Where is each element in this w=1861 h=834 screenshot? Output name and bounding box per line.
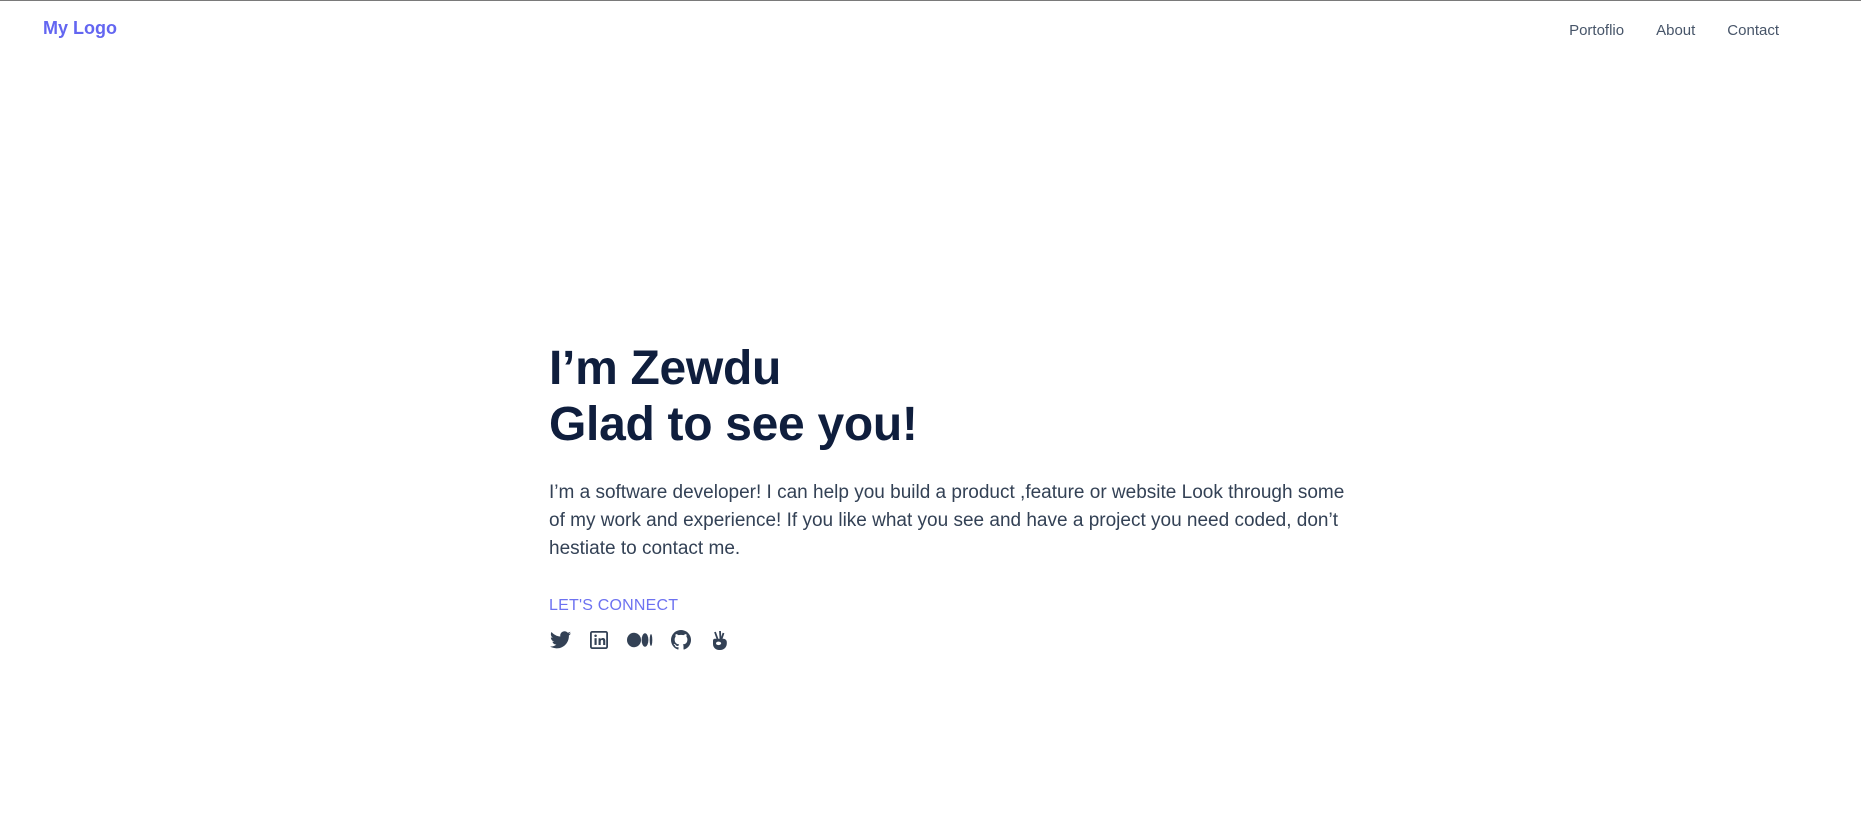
linkedin-link[interactable]: [588, 629, 610, 651]
hero-title: I’m Zewdu Glad to see you!: [549, 341, 1349, 453]
medium-icon: [627, 632, 653, 648]
logo-link[interactable]: My Logo: [43, 18, 117, 39]
wellfound-link[interactable]: [709, 629, 731, 651]
hero-section: I’m Zewdu Glad to see you! I’m a softwar…: [549, 341, 1349, 651]
social-links: [549, 629, 1349, 651]
github-link[interactable]: [670, 629, 692, 651]
nav-item-about[interactable]: About: [1656, 22, 1695, 39]
github-icon: [671, 630, 691, 650]
lets-connect-label: LET'S CONNECT: [549, 597, 679, 614]
hero-title-line-1: I’m Zewdu: [549, 342, 781, 395]
nav-item-portfolio[interactable]: Portoflio: [1569, 22, 1624, 39]
top-nav: Portoflio About Contact: [1569, 22, 1779, 39]
twitter-link[interactable]: [549, 629, 571, 651]
hero-description: I’m a software developer! I can help you…: [549, 482, 1345, 559]
page: My Logo Portoflio About Contact I’m Zewd…: [0, 0, 1861, 834]
hero-title-line-2: Glad to see you!: [549, 398, 918, 451]
nav-item-contact[interactable]: Contact: [1727, 22, 1779, 39]
linkedin-icon: [590, 631, 608, 649]
medium-link[interactable]: [627, 629, 653, 651]
wellfound-icon: [713, 630, 727, 650]
twitter-icon: [549, 631, 571, 649]
